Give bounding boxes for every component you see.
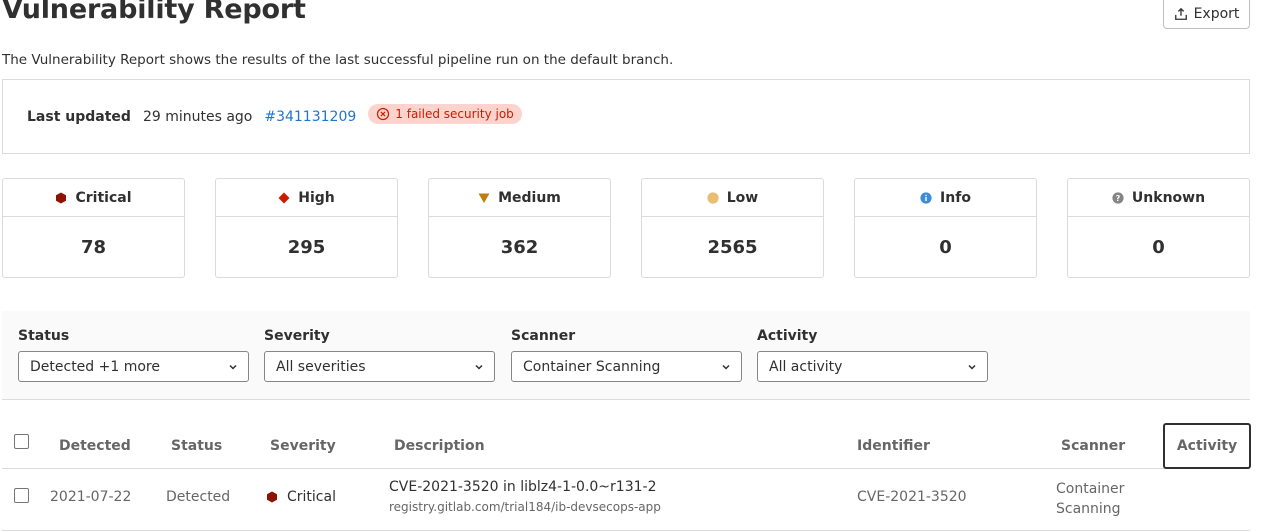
column-header-status: Status	[171, 438, 223, 454]
activity-filter-label: Activity	[757, 328, 818, 344]
last-updated-time: 29 minutes ago	[142, 108, 253, 125]
last-updated-label: Last updated	[27, 108, 131, 125]
severity-label: High	[298, 189, 335, 206]
scanner-filter-value: Container Scanning	[523, 358, 661, 375]
severity-cell-label: Critical	[287, 489, 336, 505]
severity-count: 362	[500, 236, 539, 258]
pipeline-link[interactable]: #341131209	[264, 109, 356, 125]
severity-critical-icon	[267, 491, 277, 503]
row-select-checkbox[interactable]	[14, 488, 29, 503]
column-header-severity[interactable]: Severity	[270, 438, 336, 454]
severity-label: Low	[726, 189, 759, 206]
activity-filter-value: All activity	[769, 358, 843, 375]
scanner-filter-label: Scanner	[511, 328, 576, 344]
severity-critical-icon	[56, 192, 67, 203]
activity-filter-dropdown[interactable]: All activity	[757, 351, 988, 382]
chevron-down-icon	[722, 364, 730, 370]
export-label: Export	[1193, 6, 1240, 22]
vulnerability-table-header: Detected Status Severity Description Ide…	[2, 423, 1251, 469]
column-header-scanner[interactable]: Scanner	[1061, 438, 1125, 454]
severity-label: Unknown	[1131, 189, 1206, 206]
vulnerability-title-link[interactable]: CVE-2021-3520 in liblz4-1-0.0~r131-2	[389, 479, 656, 495]
status-filter-dropdown[interactable]: Detected +1 more	[18, 351, 249, 382]
column-header-identifier: Identifier	[857, 438, 930, 454]
severity-unknown-icon: ?	[1112, 191, 1124, 204]
svg-text:?: ?	[1116, 194, 1121, 203]
severity-card-info: Info 0	[854, 178, 1037, 278]
severity-card-high: High 295	[215, 178, 398, 278]
export-button[interactable]: Export	[1163, 0, 1250, 29]
page-description: The Vulnerability Report shows the resul…	[2, 52, 674, 68]
severity-cell: Critical	[266, 489, 336, 505]
severity-card-unknown: ? Unknown 0	[1067, 178, 1250, 278]
severity-count: 78	[80, 236, 107, 258]
column-header-description: Description	[394, 438, 485, 454]
failed-security-job-badge[interactable]: 1 failed security job	[368, 103, 522, 124]
severity-low-icon	[707, 191, 719, 204]
severity-filter-label: Severity	[264, 328, 330, 344]
column-header-activity[interactable]: Activity	[1163, 423, 1251, 469]
severity-count: 0	[939, 236, 952, 258]
chevron-down-icon	[475, 364, 483, 370]
table-row[interactable]: 2021-07-22 Detected Critical CVE-2021-35…	[2, 469, 1250, 531]
severity-filter-value: All severities	[276, 358, 366, 375]
severity-label: Critical	[75, 189, 132, 206]
severity-info-icon	[920, 191, 932, 204]
error-circle-icon	[377, 107, 390, 120]
column-header-detected[interactable]: Detected	[59, 438, 131, 454]
page-title: Vulnerability Report	[2, 0, 306, 25]
severity-card-medium: Medium 362	[428, 178, 611, 278]
severity-card-critical: Critical 78	[2, 178, 185, 278]
chevron-down-icon	[229, 364, 237, 370]
severity-medium-icon	[478, 193, 490, 203]
select-all-checkbox[interactable]	[14, 434, 29, 449]
status-filter-value: Detected +1 more	[30, 358, 160, 375]
severity-count: 2565	[707, 236, 758, 258]
scanner-cell-line1: Container	[1056, 481, 1125, 497]
column-header-activity-label: Activity	[1176, 438, 1238, 454]
severity-filter-dropdown[interactable]: All severities	[264, 351, 495, 382]
severity-count: 0	[1152, 236, 1165, 258]
status-filter-label: Status	[18, 328, 70, 344]
severity-high-icon	[278, 192, 290, 203]
severity-count: 295	[287, 236, 326, 258]
identifier-cell: CVE-2021-3520	[857, 489, 967, 505]
filters-bar: Status Detected +1 more Severity All sev…	[2, 311, 1250, 400]
chevron-down-icon	[968, 364, 976, 370]
status-cell: Detected	[166, 489, 231, 505]
scanner-cell-line2: Scanning	[1056, 501, 1121, 517]
export-icon	[1174, 7, 1187, 20]
scanner-filter-dropdown[interactable]: Container Scanning	[511, 351, 742, 382]
severity-label: Info	[940, 189, 971, 206]
last-updated-panel: Last updated 29 minutes ago #341131209 1…	[2, 79, 1250, 154]
scanner-cell: Container Scanning	[1056, 479, 1124, 519]
vulnerability-location: registry.gitlab.com/trial184/ib-devsecop…	[389, 500, 661, 514]
severity-label: Medium	[498, 189, 561, 206]
detected-date: 2021-07-22	[50, 489, 132, 505]
failed-security-job-text: 1 failed security job	[395, 106, 514, 121]
severity-card-low: Low 2565	[641, 178, 824, 278]
